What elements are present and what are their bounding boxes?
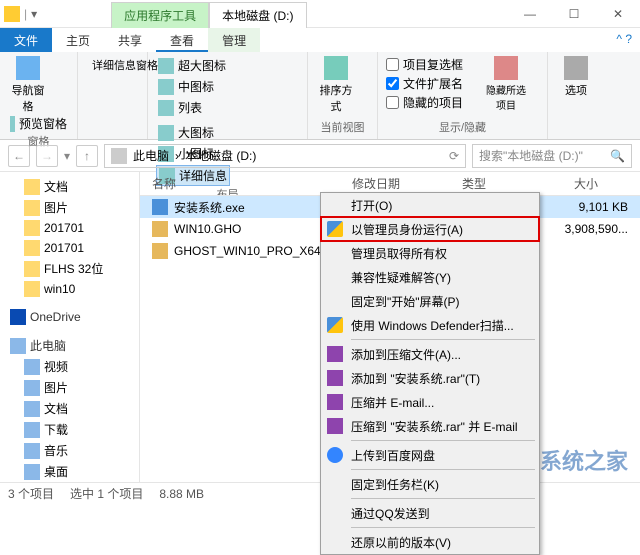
folder-icon — [24, 200, 40, 216]
hide-selected-button[interactable]: 隐藏所选项目 — [486, 56, 526, 112]
nav-up-button[interactable]: ↑ — [76, 145, 98, 167]
sidebar-item[interactable]: 201701 — [0, 218, 139, 238]
search-icon: 🔍 — [610, 149, 625, 163]
sidebar-item[interactable]: 音乐 — [0, 440, 139, 461]
options-button[interactable]: 选项 — [556, 56, 596, 98]
sidebar-onedrive[interactable]: OneDrive — [0, 307, 139, 327]
sidebar-item[interactable]: 201701 — [0, 238, 139, 258]
tab-manage[interactable]: 管理 — [208, 28, 260, 52]
tab-home[interactable]: 主页 — [52, 28, 104, 52]
tab-view[interactable]: 查看 — [156, 28, 208, 52]
folder-icon — [24, 240, 40, 256]
nav-forward-button[interactable]: → — [36, 145, 58, 167]
qat-dropdown-icon[interactable]: ▾ — [31, 7, 37, 21]
breadcrumb-drive[interactable]: 本地磁盘 (D:) — [185, 147, 256, 164]
nav-recent-icon[interactable]: ▾ — [64, 149, 70, 163]
sidebar-item[interactable]: FLHS 32位 — [0, 258, 139, 279]
sidebar-item[interactable]: 文档 — [0, 398, 139, 419]
title-drive: 本地磁盘 (D:) — [209, 2, 306, 28]
status-size: 8.88 MB — [159, 487, 204, 501]
help-icon[interactable]: ^ ? — [608, 28, 640, 52]
col-name[interactable]: 名称 — [140, 175, 340, 192]
context-menu-item[interactable]: 管理员取得所有权 — [321, 241, 539, 265]
breadcrumb-this-pc[interactable]: 此电脑 — [133, 147, 169, 164]
search-input[interactable]: 搜索"本地磁盘 (D:)" 🔍 — [472, 144, 632, 168]
context-menu-item[interactable]: 以管理员身份运行(A) — [321, 217, 539, 241]
folder-icon — [24, 401, 40, 417]
status-selected: 选中 1 个项目 — [70, 485, 143, 502]
sidebar-item[interactable]: win10 — [0, 279, 139, 299]
folder-icon — [24, 464, 40, 480]
file-icon — [152, 243, 168, 259]
context-menu-item[interactable]: 通过QQ发送到 — [321, 501, 539, 525]
minimize-button[interactable]: — — [508, 0, 552, 28]
sidebar-item[interactable]: 图片 — [0, 377, 139, 398]
qat-divider: | — [24, 7, 27, 21]
layout-list[interactable]: 列表 — [156, 98, 228, 117]
drive-icon — [111, 148, 127, 164]
col-size[interactable]: 大小 — [530, 175, 610, 192]
context-menu-item[interactable]: 打开(O) — [321, 193, 539, 217]
sidebar-item[interactable]: 桌面 — [0, 461, 139, 482]
nav-back-button[interactable]: ← — [8, 145, 30, 167]
sidebar-this-pc[interactable]: 此电脑 — [0, 335, 139, 356]
hide-icon — [494, 56, 518, 80]
file-icon — [152, 199, 168, 215]
layout-extra-large[interactable]: 超大图标 — [156, 56, 228, 75]
sidebar-item[interactable]: 文档 — [0, 176, 139, 197]
status-count: 3 个项目 — [8, 485, 54, 502]
folder-icon — [24, 380, 40, 396]
context-menu: 打开(O)以管理员身份运行(A)管理员取得所有权兼容性疑难解答(Y)固定到"开始… — [320, 192, 540, 555]
context-menu-item[interactable]: 固定到"开始"屏幕(P) — [321, 289, 539, 313]
sidebar-item[interactable]: 下载 — [0, 419, 139, 440]
folder-icon — [4, 6, 20, 22]
context-menu-item[interactable]: 使用 Windows Defender扫描... — [321, 313, 539, 337]
folder-icon — [24, 179, 40, 195]
folder-icon — [24, 422, 40, 438]
folder-icon — [24, 261, 40, 277]
layout-medium[interactable]: 中图标 — [156, 77, 228, 96]
folder-icon — [24, 281, 40, 297]
context-menu-item[interactable]: 添加到 "安装系统.rar"(T) — [321, 366, 539, 390]
close-button[interactable]: ✕ — [596, 0, 640, 28]
maximize-button[interactable]: ☐ — [552, 0, 596, 28]
sidebar-item[interactable]: 图片 — [0, 197, 139, 218]
file-icon — [152, 221, 168, 237]
context-menu-item[interactable]: 添加到压缩文件(A)... — [321, 342, 539, 366]
preview-pane-button[interactable]: 预览窗格 — [8, 114, 69, 133]
tab-file[interactable]: 文件 — [0, 28, 52, 52]
col-type[interactable]: 类型 — [450, 175, 530, 192]
context-menu-item[interactable]: 固定到任务栏(K) — [321, 472, 539, 496]
contextual-tab-apps[interactable]: 应用程序工具 — [111, 2, 209, 28]
nav-pane-icon — [16, 56, 40, 80]
context-menu-item[interactable]: 压缩到 "安装系统.rar" 并 E-mail — [321, 414, 539, 438]
context-menu-item[interactable]: 压缩并 E-mail... — [321, 390, 539, 414]
details-pane-button[interactable]: 详细信息窗格 — [86, 56, 139, 74]
nav-tree[interactable]: 文档图片201701201701FLHS 32位win10 OneDrive 此… — [0, 172, 140, 482]
rar-icon — [327, 370, 343, 386]
sort-icon — [324, 56, 348, 80]
nav-pane-button[interactable]: 导航窗格 — [8, 56, 48, 114]
col-date[interactable]: 修改日期 — [340, 175, 450, 192]
context-menu-item[interactable]: 兼容性疑难解答(Y) — [321, 265, 539, 289]
baidu-icon — [327, 447, 343, 463]
layout-large[interactable]: 大图标 — [156, 123, 230, 142]
sort-button[interactable]: 排序方式 — [316, 56, 356, 114]
shield-icon — [327, 317, 343, 333]
rar-icon — [327, 418, 343, 434]
options-icon — [564, 56, 588, 80]
rar-icon — [327, 394, 343, 410]
folder-icon — [24, 359, 40, 375]
folder-icon — [24, 220, 40, 236]
tab-share[interactable]: 共享 — [104, 28, 156, 52]
shield-icon — [327, 221, 343, 237]
rar-icon — [327, 346, 343, 362]
context-menu-item[interactable]: 还原以前的版本(V) — [321, 530, 539, 554]
sidebar-item[interactable]: 视频 — [0, 356, 139, 377]
folder-icon — [24, 443, 40, 459]
refresh-icon[interactable]: ⟳ — [449, 149, 459, 163]
address-bar[interactable]: 此电脑 › 本地磁盘 (D:) ⟳ — [104, 144, 466, 168]
context-menu-item[interactable]: 上传到百度网盘 — [321, 443, 539, 467]
